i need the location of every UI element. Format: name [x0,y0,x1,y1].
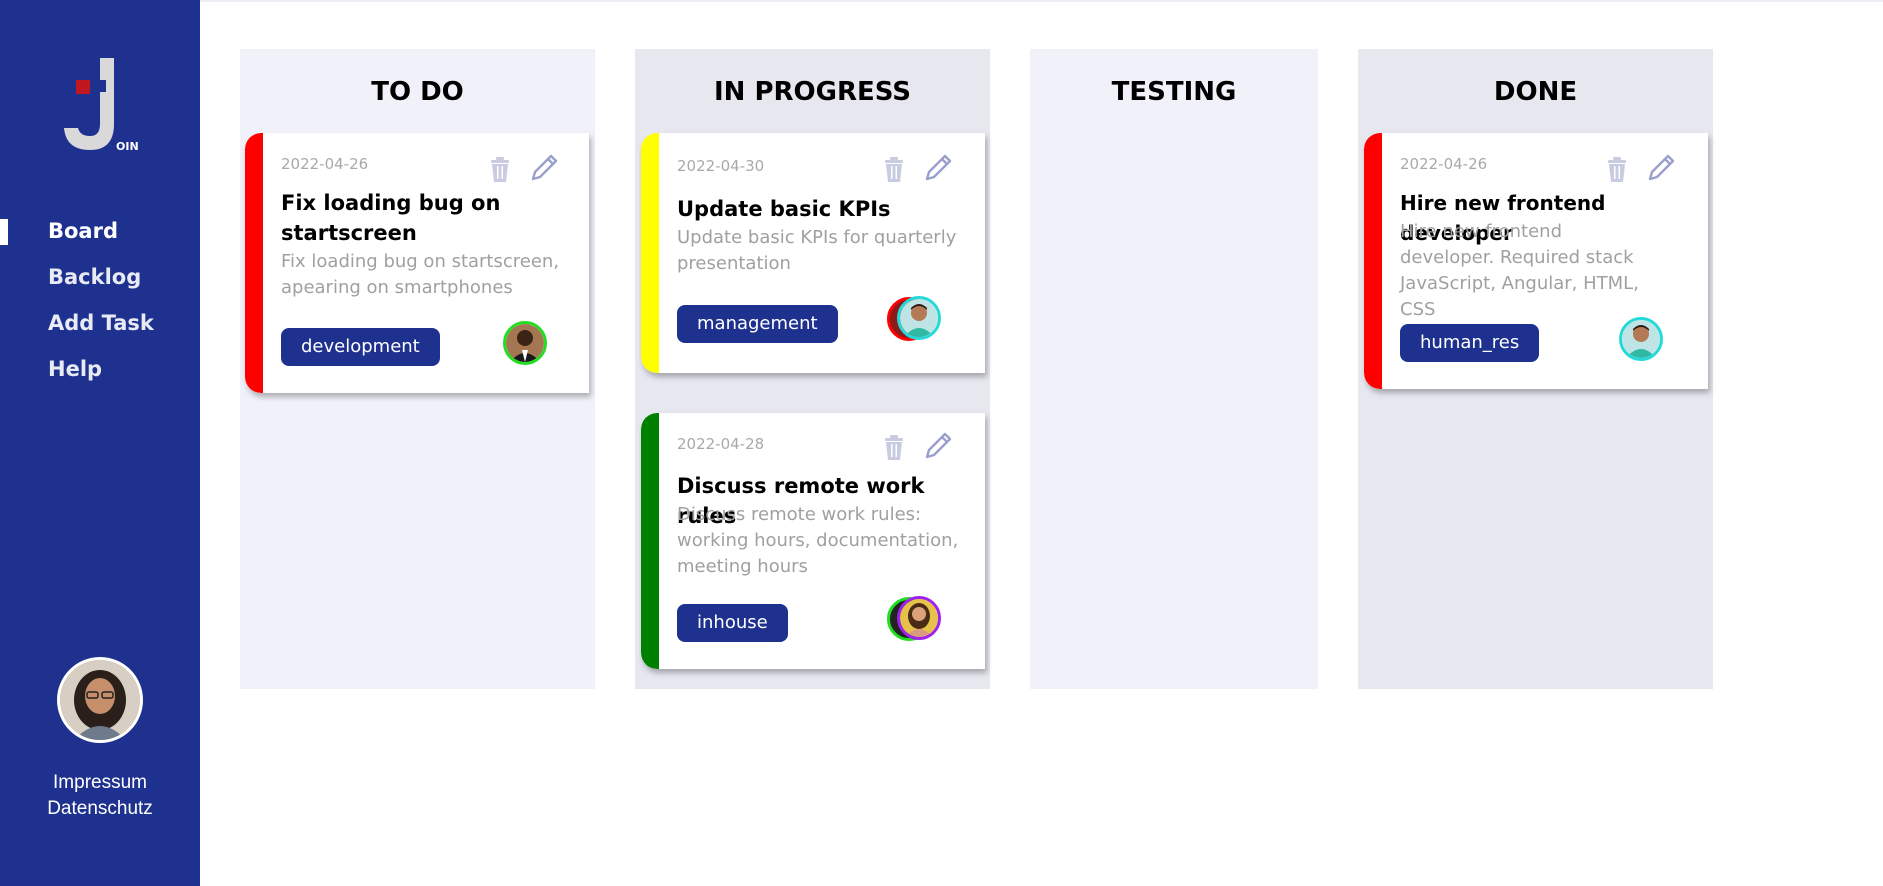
task-card[interactable]: 2022-04-28 Discuss remote work rules Dis… [641,413,985,669]
join-logo[interactable]: OIN [62,58,142,153]
pencil-icon[interactable] [921,151,955,185]
top-divider [200,0,1883,2]
sidebar: OIN Board Backlog Add Task Help Impressu… [0,0,200,886]
column-title: DONE [1493,77,1578,107]
trash-icon[interactable] [1600,151,1634,185]
task-card[interactable]: 2022-04-26 Fix loading bug on startscree… [245,133,589,393]
task-date: 2022-04-28 [677,435,765,453]
task-description: Discuss remote work rules: working hours… [677,504,959,577]
urgency-stripe [641,413,659,669]
column-title: IN PROGRESS [713,77,912,107]
task-date: 2022-04-26 [1400,155,1488,173]
urgency-stripe [245,133,263,393]
nav-item-backlog[interactable]: Backlog [0,254,200,300]
pencil-icon[interactable] [921,429,955,463]
sidebar-nav: Board Backlog Add Task Help [0,208,200,392]
category-tag[interactable]: management [677,305,838,343]
urgency-stripe [641,133,659,373]
task-card[interactable]: 2022-04-26 Hire new frontend developer H… [1364,133,1708,389]
task-card[interactable]: 2022-04-30 Update basic KPIs Update basi… [641,133,985,373]
task-title: Update basic KPIs [677,197,891,221]
task-title: Fix loading bug on startscreen [281,191,501,245]
category-tag[interactable]: human_res [1400,324,1540,362]
user-avatar[interactable] [57,657,143,743]
trash-icon[interactable] [877,429,911,463]
column-title: TESTING [1111,77,1237,107]
trash-icon[interactable] [483,151,517,185]
nav-item-board[interactable]: Board [0,208,200,254]
column-testing: TESTING [1030,49,1318,689]
task-date: 2022-04-26 [281,155,369,173]
datenschutz-link[interactable]: Datenschutz [0,796,200,822]
urgency-stripe [1364,133,1382,389]
pencil-icon[interactable] [527,151,561,185]
assignee-avatar[interactable] [1619,317,1663,361]
task-date: 2022-04-30 [677,157,765,175]
task-description: Update basic KPIs for quarterly presenta… [677,227,957,274]
assignee-avatar[interactable] [897,296,941,340]
assignee-avatar[interactable] [897,596,941,640]
nav-item-help[interactable]: Help [0,346,200,392]
logo-oin-text: OIN [116,140,139,153]
trash-icon[interactable] [877,151,911,185]
category-tag[interactable]: development [281,328,440,366]
legal-links: Impressum Datenschutz [0,770,200,822]
impressum-link[interactable]: Impressum [0,770,200,796]
nav-item-add-task[interactable]: Add Task [0,300,200,346]
task-description: Hire new frontend developer. Required st… [1400,221,1639,320]
task-description: Fix loading bug on startscreen, apearing… [281,251,560,298]
column-title: TO DO [371,77,464,107]
pencil-icon[interactable] [1644,151,1678,185]
category-tag[interactable]: inhouse [677,604,788,642]
assignee-avatar[interactable] [503,321,547,365]
